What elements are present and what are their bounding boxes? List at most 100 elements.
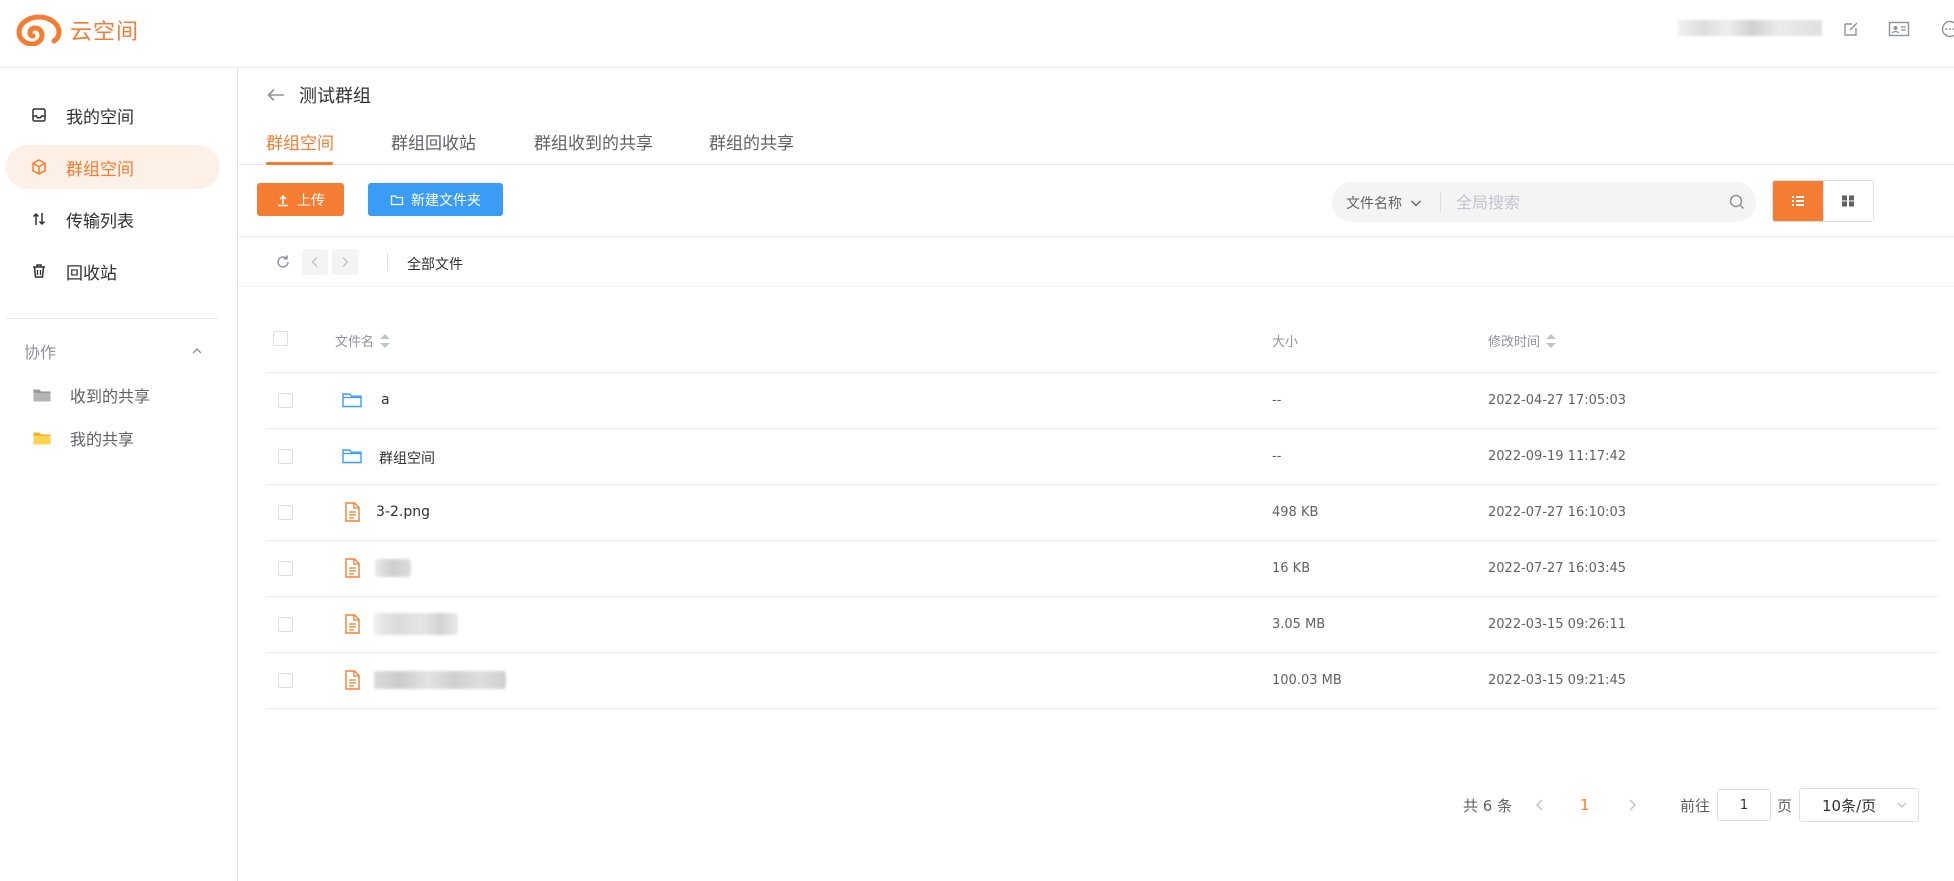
sidebar-divider: [6, 318, 218, 319]
sidebar-item-recycle-bin[interactable]: 回收站: [6, 249, 220, 293]
chevron-down-icon: [1896, 799, 1908, 811]
upload-icon: [276, 193, 290, 207]
file-modified: 2022-07-27 16:03:45: [1488, 561, 1627, 576]
pagination-goto-label: 前往: [1680, 796, 1711, 815]
search-type-value: 文件名称: [1346, 196, 1402, 212]
more-icon[interactable]: [1940, 20, 1954, 38]
grid-icon: [1840, 193, 1856, 209]
column-label: 文件名: [335, 335, 375, 350]
main-content: 测试群组 群组空间 群组回收站 群组收到的共享 群组的共享 上传 新建文件夹 文…: [239, 68, 1954, 881]
pagination-goto-input[interactable]: [1717, 789, 1771, 821]
path-all-files[interactable]: 全部文件: [407, 254, 463, 274]
file-modified: 2022-07-27 16:10:03: [1488, 505, 1627, 520]
path-bar: 全部文件: [239, 237, 1954, 287]
search-type-select[interactable]: 文件名称: [1346, 193, 1423, 213]
table-row[interactable]: 3-2.png 498 KB 2022-07-27 16:10:03: [266, 485, 1939, 541]
file-modified: 2022-03-15 09:26:11: [1488, 617, 1627, 632]
collaboration-group-toggle[interactable]: 协作: [24, 339, 204, 363]
tab-group-space[interactable]: 群组空间: [266, 129, 334, 154]
back-arrow-icon[interactable]: [265, 84, 287, 106]
search-divider: [1440, 192, 1441, 212]
file-name-blurred[interactable]: [375, 559, 411, 577]
table-row[interactable]: 16 KB 2022-07-27 16:03:45: [266, 541, 1939, 597]
sidebar-item-group-space[interactable]: 群组空间: [6, 145, 220, 189]
column-header-size: 大小: [1272, 331, 1298, 350]
pagination-total: 共 6 条: [1463, 796, 1513, 815]
id-card-icon[interactable]: [1888, 20, 1910, 38]
cube-icon: [30, 158, 48, 176]
file-size: 498 KB: [1272, 505, 1319, 520]
app-logo[interactable]: 云空间: [14, 14, 139, 46]
file-name-blurred[interactable]: [374, 613, 458, 635]
table-row[interactable]: 100.03 MB 2022-03-15 09:21:45: [266, 653, 1939, 709]
row-checkbox[interactable]: [278, 449, 293, 464]
file-size: --: [1272, 393, 1282, 408]
table-row[interactable]: 群组空间 -- 2022-09-19 11:17:42: [266, 429, 1939, 485]
sidebar-item-label: 我的空间: [66, 107, 134, 128]
sidebar-item-transfer-list[interactable]: 传输列表: [6, 197, 220, 241]
row-checkbox[interactable]: [278, 673, 293, 688]
folder-yellow-icon: [32, 429, 52, 447]
chevron-right-icon: [338, 255, 352, 269]
user-name-blurred[interactable]: [1678, 20, 1822, 36]
search-input[interactable]: [1456, 188, 1716, 216]
list-view-button[interactable]: [1773, 181, 1823, 221]
file-modified: 2022-09-19 11:17:42: [1488, 449, 1627, 464]
transfer-icon: [30, 210, 48, 228]
history-forward-button[interactable]: [332, 249, 358, 275]
path-divider: [387, 253, 388, 271]
row-checkbox[interactable]: [278, 561, 293, 576]
chevron-left-icon: [308, 255, 322, 269]
table-row[interactable]: a -- 2022-04-27 17:05:03: [266, 373, 1939, 429]
sort-icon: [1546, 333, 1557, 348]
page-size-select[interactable]: 10条/页: [1799, 788, 1919, 822]
tab-group-shares[interactable]: 群组的共享: [709, 129, 794, 154]
breadcrumb: 测试群组: [265, 82, 371, 108]
inbox-icon: [30, 106, 48, 124]
file-name[interactable]: 群组空间: [379, 448, 435, 468]
pagination-page-suffix: 页: [1777, 796, 1793, 815]
history-back-button[interactable]: [302, 249, 328, 275]
column-header-name[interactable]: 文件名: [335, 331, 391, 350]
document-icon: [341, 501, 363, 523]
document-icon: [341, 669, 363, 691]
row-checkbox[interactable]: [278, 617, 293, 632]
upload-button[interactable]: 上传: [257, 183, 344, 216]
folder-icon: [341, 445, 363, 467]
column-header-modified[interactable]: 修改时间: [1488, 331, 1557, 350]
row-checkbox[interactable]: [278, 505, 293, 520]
file-modified: 2022-03-15 09:21:45: [1488, 673, 1627, 688]
document-icon: [341, 613, 363, 635]
pagination-size-wrapper: 10条/页: [1799, 788, 1919, 822]
sidebar-item-my-space[interactable]: 我的空间: [6, 93, 220, 137]
folder-outline-icon: [390, 193, 404, 207]
pagination-goto-wrapper: [1717, 788, 1771, 822]
list-icon: [1790, 193, 1806, 209]
table-row[interactable]: 3.05 MB 2022-03-15 09:26:11: [266, 597, 1939, 653]
page-title: 测试群组: [299, 86, 371, 107]
pagination-prev-button[interactable]: [1532, 788, 1548, 822]
document-icon: [341, 557, 363, 579]
sidebar-item-my-shares[interactable]: 我的共享: [32, 424, 134, 452]
pagination-current-page[interactable]: 1: [1580, 788, 1590, 822]
select-all-checkbox[interactable]: [273, 331, 288, 346]
search-box: 文件名称: [1332, 182, 1756, 222]
sidebar-item-received-shares[interactable]: 收到的共享: [32, 381, 150, 409]
pagination-next-button[interactable]: [1624, 788, 1640, 822]
grid-view-button[interactable]: [1822, 181, 1873, 221]
column-label: 大小: [1272, 335, 1299, 350]
edit-icon[interactable]: [1842, 20, 1860, 38]
new-folder-button[interactable]: 新建文件夹: [368, 183, 503, 216]
table-header: 文件名 大小 修改时间: [266, 306, 1939, 373]
chevron-left-icon: [1532, 797, 1548, 813]
sidebar-item-label: 传输列表: [66, 211, 134, 232]
tab-group-received-shares[interactable]: 群组收到的共享: [534, 129, 653, 154]
file-name-blurred[interactable]: [374, 671, 506, 689]
refresh-icon: [275, 254, 291, 270]
refresh-button[interactable]: [270, 249, 296, 275]
file-name[interactable]: a: [381, 392, 390, 408]
tab-group-recycle-bin[interactable]: 群组回收站: [391, 129, 476, 154]
file-name[interactable]: 3-2.png: [376, 504, 430, 520]
row-checkbox[interactable]: [278, 393, 293, 408]
search-icon[interactable]: [1728, 193, 1746, 211]
